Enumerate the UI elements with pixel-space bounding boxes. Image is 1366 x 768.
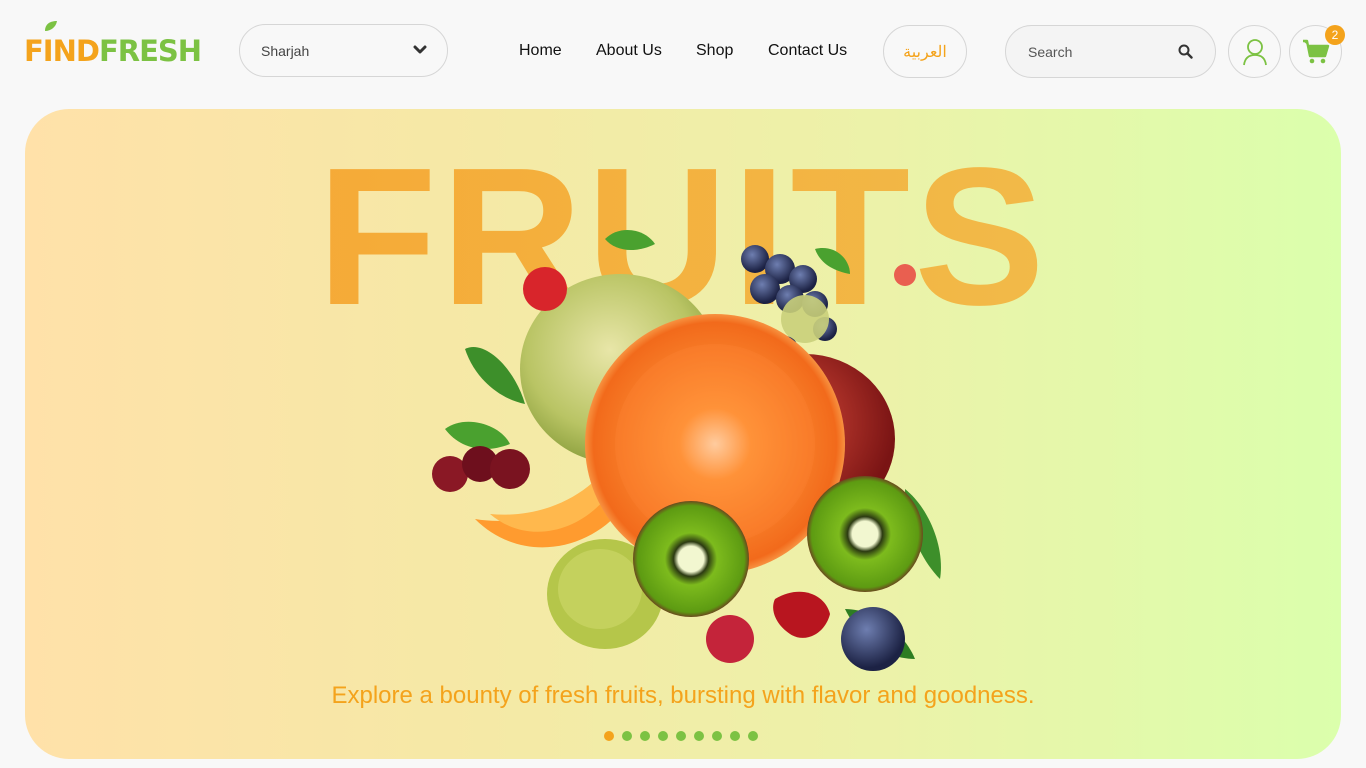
slide-dot-9[interactable]: [748, 731, 758, 741]
chevron-down-icon: [413, 45, 427, 54]
slide-dot-7[interactable]: [712, 731, 722, 741]
cart-icon: [1302, 39, 1329, 63]
slider-pagination: [604, 731, 758, 741]
nav-home[interactable]: Home: [519, 42, 562, 60]
hero-tagline: Explore a bounty of fresh fruits, bursti…: [331, 682, 1035, 709]
site-header: FIND FRESH Sharjah Home About Us Shop Co…: [0, 0, 1366, 100]
slide-dot-6[interactable]: [694, 731, 704, 741]
location-value: Sharjah: [261, 42, 310, 59]
slide-dot-8[interactable]: [730, 731, 740, 741]
nav-contact[interactable]: Contact Us: [768, 42, 847, 60]
language-toggle-button[interactable]: العربية: [883, 25, 967, 78]
search-input[interactable]: [1028, 41, 1168, 63]
nav-about[interactable]: About Us: [596, 42, 662, 60]
slide-dot-4[interactable]: [658, 731, 668, 741]
location-select[interactable]: Sharjah: [239, 24, 448, 77]
user-icon: [1242, 38, 1267, 65]
cart-count-badge: 2: [1325, 25, 1345, 45]
logo-find-text: FIND: [24, 34, 100, 68]
fruit-collage-image: [432, 229, 941, 671]
slide-dot-2[interactable]: [622, 731, 632, 741]
account-button[interactable]: [1228, 25, 1281, 78]
findfresh-logo[interactable]: FIND FRESH: [24, 21, 202, 68]
slide-dot-5[interactable]: [676, 731, 686, 741]
slide-dot-3[interactable]: [640, 731, 650, 741]
leaf-icon: [45, 21, 57, 31]
hero-banner: FRUITS Explore a bounty of fresh fruits,…: [25, 109, 1341, 759]
search-icon[interactable]: [1178, 44, 1193, 59]
logo-fresh-text: FRESH: [98, 34, 202, 68]
nav-shop[interactable]: Shop: [696, 42, 733, 60]
search-box: [1005, 25, 1216, 78]
slide-dot-1[interactable]: [604, 731, 614, 741]
